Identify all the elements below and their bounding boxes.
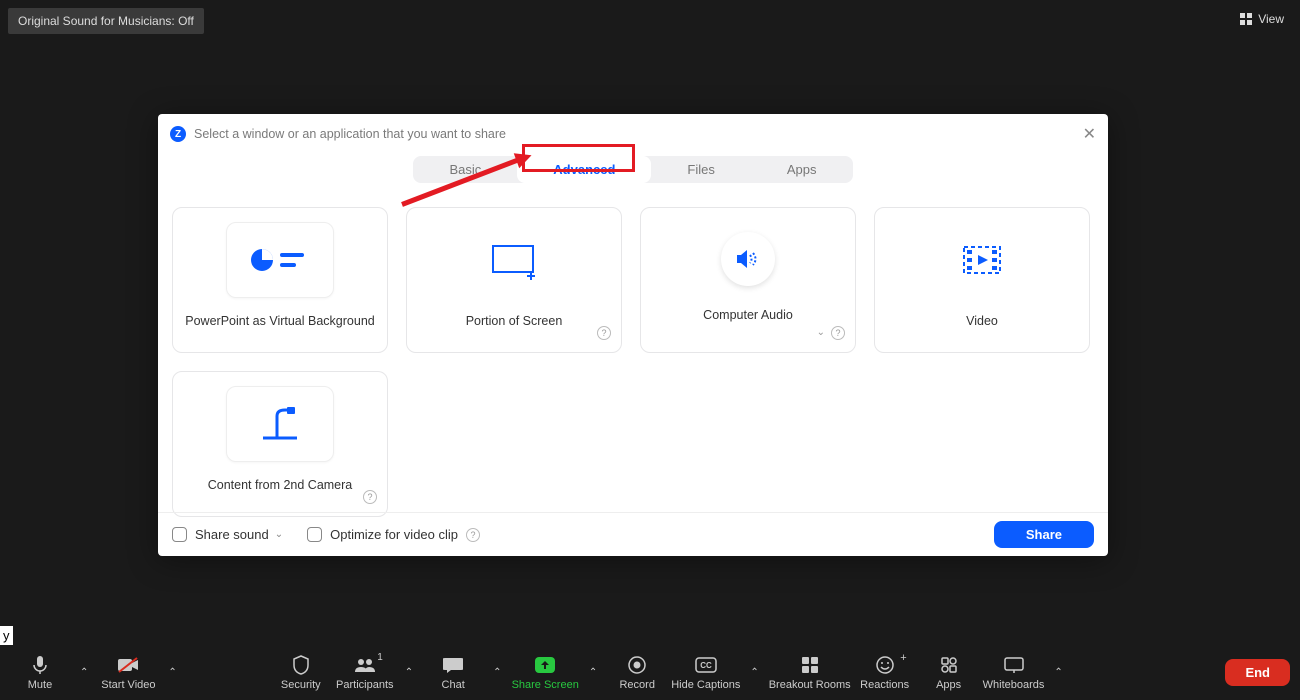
share-sound-checkbox[interactable]: Share sound ⌄ [172,527,283,542]
option-powerpoint-vbg[interactable]: PowerPoint as Virtual Background [172,207,388,353]
tab-advanced[interactable]: Advanced [517,156,651,183]
meeting-toolbar: Mute ⌃ Start Video ⌃ Security 1 Particip… [0,644,1300,700]
whiteboards-label: Whiteboards [983,679,1045,691]
breakout-icon [799,654,821,676]
start-video-button[interactable]: Start Video [98,654,158,691]
plus-icon: + [900,652,906,664]
optimize-label: Optimize for video clip [330,527,458,542]
mute-button[interactable]: Mute [10,654,70,691]
truncated-panel: y [0,626,13,645]
breakout-rooms-button[interactable]: Breakout Rooms [769,654,851,691]
option-label: PowerPoint as Virtual Background [185,314,374,328]
share-screen-icon [534,654,556,676]
option-label: Portion of Screen [466,314,563,328]
optimize-video-checkbox[interactable]: Optimize for video clip ? [307,527,480,542]
share-screen-label: Share Screen [512,679,579,691]
chat-icon [442,654,464,676]
whiteboards-button[interactable]: Whiteboards [983,654,1045,691]
video-caret[interactable]: ⌃ [162,667,182,678]
reactions-label: Reactions [860,679,909,691]
chat-caret[interactable]: ⌃ [487,667,507,678]
participants-count: 1 [377,652,383,663]
tab-files[interactable]: Files [651,156,750,183]
checkbox-icon [172,527,187,542]
chevron-down-icon[interactable]: ⌄ [275,529,283,540]
close-icon[interactable]: ✕ [1083,124,1096,144]
hide-captions-button[interactable]: CC Hide Captions [671,654,740,691]
help-icon[interactable]: ? [597,326,611,340]
dialog-footer: Share sound ⌄ Optimize for video clip ? … [158,512,1108,556]
mute-label: Mute [28,679,52,691]
start-video-label: Start Video [101,679,155,691]
apps-label: Apps [936,679,961,691]
mute-caret[interactable]: ⌃ [74,667,94,678]
share-options-grid: PowerPoint as Virtual Background Portion… [158,183,1108,527]
chat-button[interactable]: Chat [423,654,483,691]
video-icon [928,222,1036,298]
zoom-logo-icon: Z [170,126,186,142]
option-label: Video [966,314,998,328]
help-icon[interactable]: ? [363,490,377,504]
tab-basic[interactable]: Basic [413,156,517,183]
breakout-label: Breakout Rooms [769,679,851,691]
security-button[interactable]: Security [271,654,331,691]
record-icon [626,654,648,676]
portion-icon [460,222,568,298]
captions-label: Hide Captions [671,679,740,691]
participants-button[interactable]: 1 Participants [335,654,395,691]
dialog-header: Z Select a window or an application that… [158,114,1108,154]
option-second-camera[interactable]: Content from 2nd Camera ? [172,371,388,517]
whiteboard-icon [1003,654,1025,676]
chat-label: Chat [442,679,465,691]
record-label: Record [619,679,654,691]
chevron-down-icon[interactable]: ⌄ [817,327,825,338]
end-meeting-button[interactable]: End [1225,659,1290,686]
original-sound-toggle[interactable]: Original Sound for Musicians: Off [8,8,204,34]
view-label: View [1258,12,1284,26]
svg-text:CC: CC [700,661,712,670]
option-label: Computer Audio [703,308,793,322]
share-caret[interactable]: ⌃ [583,667,603,678]
captions-caret[interactable]: ⌃ [744,667,764,678]
video-off-icon [117,654,139,676]
tab-bar: Basic Advanced Files Apps [158,156,1108,183]
help-icon[interactable]: ? [831,326,845,340]
dialog-title: Select a window or an application that y… [194,127,506,141]
participants-icon [354,654,376,676]
share-sound-label: Share sound [195,527,269,542]
participants-label: Participants [336,679,393,691]
share-screen-dialog: Z Select a window or an application that… [158,114,1108,556]
captions-icon: CC [695,654,717,676]
powerpoint-icon [226,222,334,298]
microphone-icon [29,654,51,676]
security-label: Security [281,679,321,691]
checkbox-icon [307,527,322,542]
option-label: Content from 2nd Camera [208,478,353,492]
apps-icon [938,654,960,676]
option-portion-of-screen[interactable]: Portion of Screen ? [406,207,622,353]
apps-button[interactable]: Apps [919,654,979,691]
reactions-button[interactable]: + Reactions [855,654,915,691]
participants-caret[interactable]: ⌃ [399,667,419,678]
record-button[interactable]: Record [607,654,667,691]
audio-icon [721,232,775,286]
reactions-icon [874,654,896,676]
camera-icon [226,386,334,462]
whiteboards-caret[interactable]: ⌃ [1048,667,1068,678]
shield-icon [290,654,312,676]
view-button[interactable]: View [1234,8,1290,30]
option-video[interactable]: Video [874,207,1090,353]
share-screen-button[interactable]: Share Screen [512,654,579,691]
tab-apps[interactable]: Apps [751,156,853,183]
share-button[interactable]: Share [994,521,1094,548]
grid-icon [1240,13,1252,25]
option-computer-audio[interactable]: Computer Audio ⌄ ? [640,207,856,353]
help-icon[interactable]: ? [466,528,480,542]
